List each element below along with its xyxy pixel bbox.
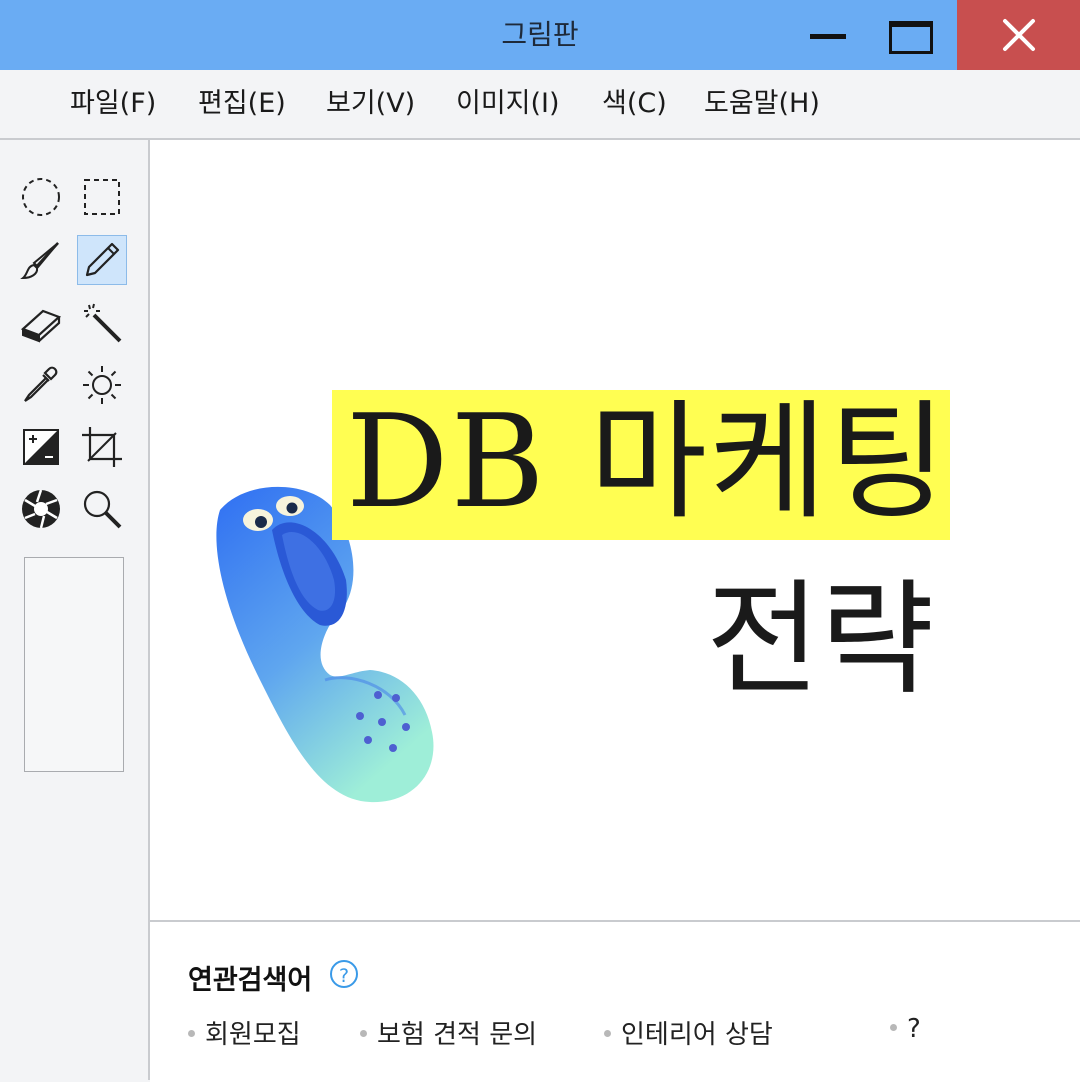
eraser-icon	[20, 309, 62, 343]
maximize-button[interactable]	[875, 0, 957, 70]
menu-bar: 파일(F) 편집(E) 보기(V) 이미지(I) 색(C) 도움말(H)	[0, 70, 1080, 140]
brightness-icon	[83, 366, 121, 404]
aperture-tool[interactable]	[16, 484, 66, 534]
pencil-tool[interactable]	[77, 235, 127, 285]
related-keyword[interactable]: 회원모집	[188, 1014, 301, 1051]
eraser-tool[interactable]	[16, 298, 66, 348]
headline-text: DB 마케팅	[346, 388, 949, 537]
crop-tool[interactable]	[77, 422, 127, 472]
brightness-tool[interactable]	[77, 360, 127, 410]
bullet-icon	[360, 1030, 367, 1037]
menu-color[interactable]: 색(C)	[602, 70, 667, 138]
maximize-icon	[889, 21, 933, 54]
menu-help[interactable]: 도움말(H)	[704, 70, 820, 138]
keyword-label: 회원모집	[205, 1020, 301, 1050]
tool-panel	[0, 140, 150, 1080]
bullet-icon	[188, 1030, 195, 1037]
menu-file[interactable]: 파일(F)	[70, 70, 156, 138]
magic-wand-icon	[84, 303, 122, 343]
zoom-tool[interactable]	[77, 484, 127, 534]
close-icon	[1003, 19, 1035, 51]
related-keyword[interactable]: ?	[890, 1014, 921, 1044]
minimize-icon	[810, 34, 846, 39]
ellipse-select-tool[interactable]	[16, 172, 66, 222]
close-button[interactable]	[957, 0, 1080, 70]
menu-image[interactable]: 이미지(I)	[456, 70, 560, 138]
keyword-label: ?	[907, 1014, 921, 1044]
brush-tool[interactable]	[16, 235, 66, 285]
keyword-label: 인테리어 상담	[621, 1020, 773, 1050]
pencil-icon	[85, 242, 120, 277]
eyedropper-icon	[24, 366, 58, 402]
title-bar: 그림판	[0, 0, 1080, 70]
exposure-tool[interactable]	[16, 422, 66, 472]
menu-edit[interactable]: 편집(E)	[198, 70, 286, 138]
rectangle-select-icon	[84, 179, 120, 215]
rectangle-select-tool[interactable]	[77, 172, 127, 222]
eyedropper-tool[interactable]	[16, 360, 66, 410]
related-keyword[interactable]: 인테리어 상담	[604, 1014, 773, 1051]
bullet-icon	[890, 1024, 897, 1031]
zoom-icon	[83, 490, 122, 529]
magic-wand-tool[interactable]	[77, 298, 127, 348]
exposure-icon	[23, 429, 59, 465]
color-swatch[interactable]	[24, 557, 124, 772]
aperture-icon	[22, 489, 60, 529]
ellipse-select-icon	[22, 178, 60, 216]
subline-text: 전략	[706, 568, 935, 712]
keyword-label: 보험 견적 문의	[377, 1020, 538, 1050]
related-keyword[interactable]: 보험 견적 문의	[360, 1014, 537, 1051]
crop-icon	[82, 427, 122, 467]
minimize-button[interactable]	[795, 0, 875, 70]
help-icon[interactable]: ?	[330, 960, 358, 988]
brush-icon	[20, 242, 59, 280]
drawing-canvas[interactable]: DB 마케팅 전략	[150, 140, 1080, 920]
bullet-icon	[604, 1030, 611, 1037]
related-searches-panel: 연관검색어 ? 회원모집 보험 견적 문의 인테리어 상담 ?	[150, 920, 1080, 1082]
related-searches-title: 연관검색어	[188, 965, 313, 996]
menu-view[interactable]: 보기(V)	[326, 70, 415, 138]
